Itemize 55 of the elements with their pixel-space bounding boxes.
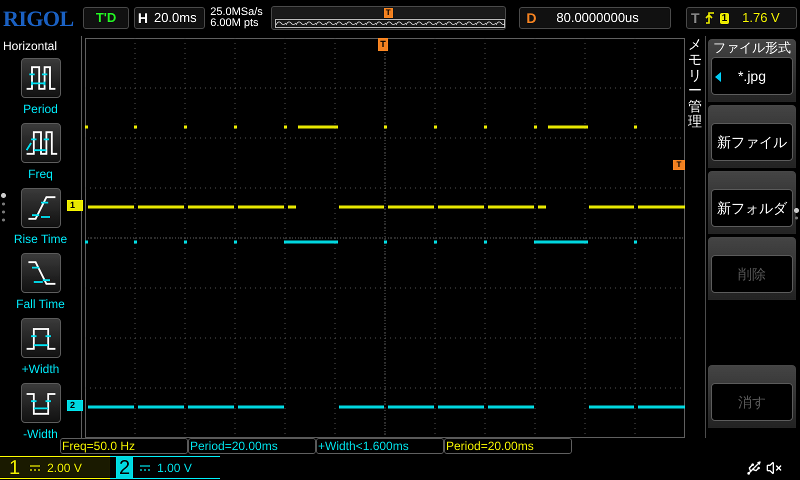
- channel-scale-panel[interactable]: 1 2.00 V: [0, 456, 110, 479]
- usb-icon: [746, 460, 762, 476]
- menu-button[interactable]: *.jpg: [711, 57, 793, 95]
- arrow-left-icon: [715, 72, 721, 82]
- measure-button[interactable]: [20, 123, 60, 163]
- page-dots-icon: [794, 208, 799, 221]
- menu-button[interactable]: 新ファイル: [711, 123, 793, 161]
- menu-button[interactable]: 新フォルダ: [711, 189, 793, 227]
- menu-header: ファイル形式: [713, 39, 791, 58]
- dc-coupling-icon: [139, 464, 152, 472]
- memory-depth: 6.00M pts: [210, 18, 260, 29]
- channel-number: 1: [8, 456, 22, 478]
- timebase-panel[interactable]: H 20.0ms: [134, 7, 206, 29]
- measure-button[interactable]: [20, 188, 60, 228]
- measure-label: Freq: [28, 166, 53, 183]
- channel-marker: 1: [67, 200, 83, 211]
- measure-label: Rise Time: [14, 231, 68, 248]
- trigger-level-marker: T: [673, 160, 685, 170]
- mute-icon: [766, 460, 782, 476]
- trigger-source: 1: [720, 12, 730, 24]
- measurement-readout: Period=20.00ms: [446, 439, 534, 453]
- measure-label: Fall Time: [16, 296, 65, 313]
- trigger-level: 1.76 V: [742, 9, 780, 28]
- measure-label: +Width: [22, 361, 60, 378]
- overview-trigger-marker: T: [384, 8, 393, 18]
- brand-logo: RIGOL: [3, 4, 75, 32]
- delay-value: 80.0000000us: [556, 9, 639, 28]
- page-dots-icon: [1, 193, 6, 223]
- measure-label: -Width: [23, 426, 58, 443]
- measurement-readout: Freq=50.0 Hz: [62, 439, 136, 453]
- delay-panel[interactable]: D 80.0000000us: [519, 7, 672, 29]
- trigger-label: T: [691, 8, 700, 28]
- channel-scale: 1.00 V: [157, 460, 192, 476]
- delay-label: D: [526, 8, 538, 28]
- measure-button[interactable]: [20, 383, 60, 423]
- measure-button[interactable]: [20, 318, 60, 358]
- timebase-label: H: [138, 8, 148, 28]
- timebase-value: 20.0ms: [154, 9, 197, 28]
- trigger-status: T'D: [83, 7, 129, 29]
- menu-title: メモリー管理: [688, 37, 702, 131]
- measurement-readout: Period=20.00ms: [190, 439, 278, 453]
- channel-number: 2: [116, 456, 134, 478]
- sidebar-title: Horizontal: [2, 38, 58, 55]
- measure-label: Period: [23, 101, 58, 118]
- dc-coupling-icon: [29, 464, 42, 472]
- channel-scale-panel[interactable]: 2 1.00 V: [110, 456, 220, 479]
- measurement-readout: +Width<1.600ms: [318, 439, 409, 453]
- measure-button[interactable]: [20, 253, 60, 293]
- trigger-panel[interactable]: T 1 1.76 V: [686, 7, 798, 29]
- measure-button[interactable]: [20, 58, 60, 98]
- channel-marker: 2: [67, 400, 83, 411]
- channel-scale: 2.00 V: [47, 460, 82, 476]
- trigger-position-marker: T: [378, 38, 388, 51]
- sample-rate: 25.0MSa/s: [210, 7, 264, 18]
- rising-edge-icon: [704, 12, 715, 24]
